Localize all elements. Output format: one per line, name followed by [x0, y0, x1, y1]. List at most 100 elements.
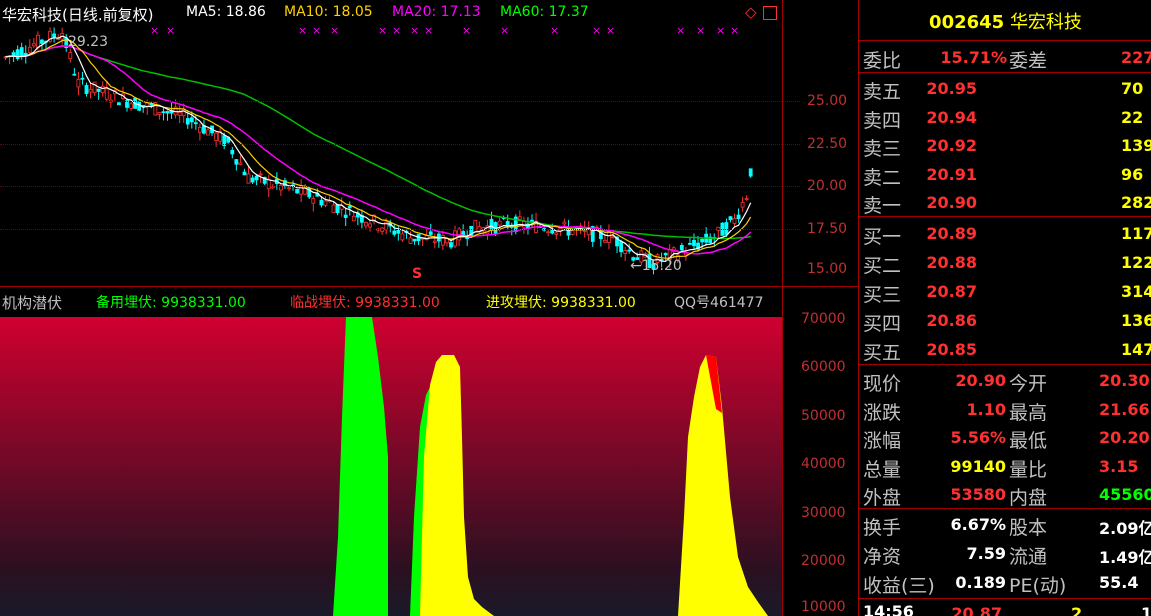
tick-volume: 2 — [1071, 604, 1083, 616]
candle-body — [177, 111, 182, 116]
divider — [859, 72, 1151, 73]
candle-body — [100, 85, 105, 94]
bid-row[interactable]: 买五 20.85 147 — [859, 336, 1151, 364]
tick-extra: 1 — [1141, 604, 1151, 616]
candle-body — [554, 232, 559, 235]
weicha-label: 委差 — [1009, 50, 1048, 72]
signal-marker: × — [716, 24, 725, 37]
ma10-label: MA10: 18.05 — [284, 4, 373, 20]
indicator-name: 机构潜伏 — [2, 294, 63, 312]
candle-body — [31, 43, 36, 47]
candle-body — [368, 223, 372, 228]
high-price-label: 29.23 — [68, 34, 109, 50]
stock-code: 002645 — [929, 12, 1005, 33]
ask-row[interactable]: 卖五 20.95 70 — [859, 75, 1151, 103]
candle-body — [412, 238, 417, 242]
quote-label: PE(动) — [1009, 575, 1067, 597]
ma60-line — [5, 45, 751, 240]
candle-body — [351, 215, 356, 222]
row-volume: 96 — [1121, 164, 1144, 184]
bid-row[interactable]: 买一 20.89 117 — [859, 220, 1151, 248]
window-box-icon[interactable] — [763, 6, 777, 20]
candle-body — [744, 198, 749, 200]
weibi-value: 15.71% — [940, 48, 1007, 67]
signal-marker: × — [462, 24, 471, 37]
ask-row[interactable]: 卖三 20.92 139 — [859, 132, 1151, 160]
diamond-icon[interactable]: ◇ — [745, 3, 757, 21]
ask-row[interactable]: 卖二 20.91 96 — [859, 161, 1151, 189]
candle-body — [19, 47, 24, 56]
candle-body — [104, 88, 109, 100]
price-gridline — [0, 144, 800, 145]
candle-body — [570, 230, 575, 235]
stock-name: 华宏科技 — [1009, 12, 1082, 33]
row-price: 20.85 — [926, 340, 977, 359]
quote-row: 外盘 53580 内盘 45560 — [859, 481, 1151, 509]
candle-body — [23, 52, 28, 56]
candle-body — [185, 118, 190, 125]
signal-marker: × — [606, 24, 615, 37]
candle-body — [40, 39, 44, 44]
signal-marker: × — [392, 24, 401, 37]
quote-row: 收益(三) 0.189 PE(动) 55.4 — [859, 569, 1151, 597]
row-label: 买一 — [863, 226, 902, 248]
quote-label: 流通 — [1009, 546, 1048, 568]
candle-body — [728, 216, 733, 221]
bid-row[interactable]: 买二 20.88 122 — [859, 249, 1151, 277]
candle-body — [517, 216, 522, 220]
ask-row[interactable]: 卖四 20.94 22 — [859, 104, 1151, 132]
candle-body — [603, 239, 607, 243]
candle-body — [27, 46, 32, 53]
quote-label: 股本 — [1009, 517, 1048, 539]
candle-body — [331, 204, 336, 213]
candle-body — [161, 111, 166, 114]
bid-row[interactable]: 买四 20.86 136 — [859, 307, 1151, 335]
bid-row[interactable]: 买三 20.87 314 — [859, 278, 1151, 306]
signal-marker: × — [150, 24, 159, 37]
candle-body — [189, 117, 194, 123]
candle-body — [619, 241, 623, 253]
quote-row: 总量 99140 量比 3.15 — [859, 453, 1151, 481]
indicator-svg — [333, 317, 768, 616]
signal-marker: × — [166, 24, 175, 37]
candle-body — [157, 112, 162, 115]
candle-body — [396, 229, 401, 234]
row-label: 买五 — [863, 342, 902, 364]
row-price: 20.94 — [926, 107, 977, 127]
candle-body — [234, 159, 239, 165]
quote-value: 1.49亿 — [1099, 548, 1151, 567]
row-volume: 70 — [1121, 79, 1144, 98]
quote-value: 20.30 — [1099, 371, 1150, 390]
indicator-chart[interactable] — [0, 317, 782, 616]
candle-body — [206, 129, 210, 136]
ask-row[interactable]: 卖一 20.90 282 — [859, 189, 1151, 217]
candle-body — [96, 88, 101, 92]
quote-value: 1.10 — [966, 399, 1006, 419]
quote-value: 0.189 — [955, 573, 1006, 592]
candle-body — [92, 81, 97, 94]
candle-body — [266, 179, 271, 190]
quote-value: 6.67% — [950, 515, 1006, 534]
row-volume: 147 — [1121, 340, 1151, 359]
quote-label: 涨幅 — [863, 430, 902, 452]
quote-value: 3.15 — [1099, 456, 1139, 476]
row-label: 买二 — [863, 255, 902, 277]
candle-body — [129, 103, 133, 109]
price-tick: 20.00 — [807, 178, 848, 194]
candle-body — [732, 217, 737, 224]
quote-label: 收益(三) — [863, 575, 935, 597]
ma5-label: MA5: 18.86 — [186, 4, 266, 20]
quote-label: 内盘 — [1009, 487, 1048, 509]
row-price: 20.91 — [926, 164, 977, 184]
price-tick: 17.50 — [807, 221, 848, 237]
quote-label: 量比 — [1009, 458, 1048, 481]
row-label: 卖一 — [863, 195, 902, 218]
candle-body — [343, 214, 348, 218]
signal-marker: × — [424, 24, 433, 37]
stock-title[interactable]: 002645 华宏科技 — [859, 8, 1151, 34]
candle-body — [663, 252, 668, 256]
signal-marker: × — [378, 24, 387, 37]
signal-marker: × — [500, 24, 509, 37]
ma60-label: MA60: 17.37 — [500, 4, 589, 20]
kline-chart-area[interactable]: × × × × × × × × × × × × × × × × × × 华宏科技(日线.前复权) MA5: 18.… — [0, 0, 782, 286]
